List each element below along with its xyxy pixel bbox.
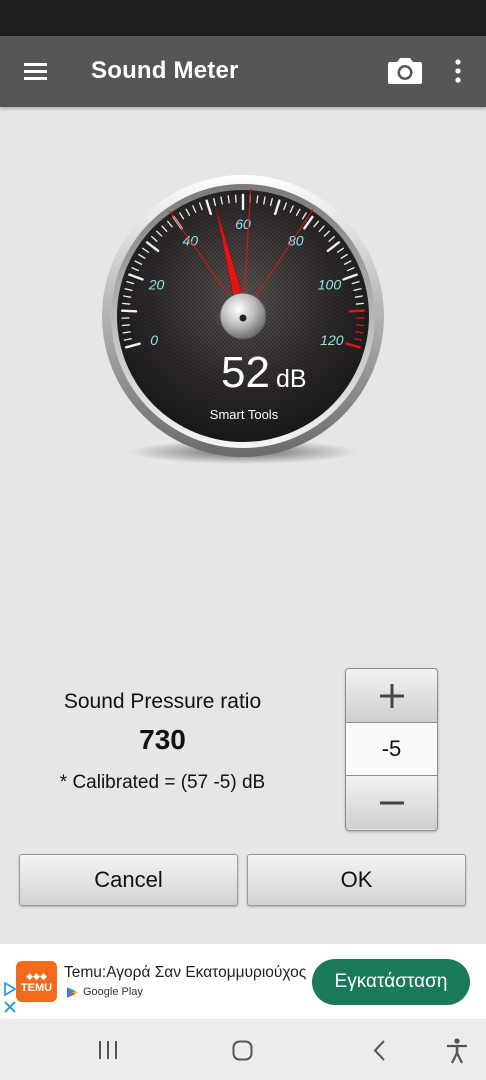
calibration-title: Sound Pressure ratio (63, 690, 262, 713)
ad-store: Google Play (66, 984, 143, 1000)
minus-icon (379, 801, 404, 804)
sound-pressure-ratio-value: 730 (139, 724, 186, 755)
gauge-minor-tick (121, 324, 131, 327)
adchoices-icon[interactable] (3, 982, 17, 996)
calibrated-note: * Calibrated = (57 -5) dB (59, 772, 266, 793)
gauge-scale-label: 100 (318, 277, 342, 293)
accessibility-icon[interactable] (444, 1037, 470, 1065)
app-title: Sound Meter (91, 57, 239, 84)
ok-button[interactable]: OK (247, 854, 466, 906)
calibration-offset-value: -5 (346, 723, 437, 775)
increment-button[interactable] (346, 669, 437, 723)
calibration-panel: Sound Pressure ratio 730 * Calibrated = … (0, 690, 325, 794)
system-nav-bar (0, 1020, 486, 1080)
app-bar: Sound Meter (0, 36, 486, 107)
gauge-scale-label: 120 (320, 332, 344, 348)
cancel-button[interactable]: Cancel (19, 854, 238, 906)
recents-icon[interactable] (94, 1038, 122, 1062)
more-vert-icon[interactable] (444, 54, 472, 90)
gauge-minor-tick (355, 324, 365, 327)
gauge-reading-unit: dB (276, 365, 307, 393)
google-play-icon (67, 986, 78, 998)
back-icon[interactable] (368, 1038, 392, 1064)
gauge-major-tick (120, 309, 138, 313)
plus-icon (379, 683, 404, 708)
gauge-brand-label: Smart Tools (210, 407, 279, 422)
gauge-hub-center (239, 314, 247, 322)
close-ad-icon[interactable] (3, 1000, 17, 1014)
gauge-scale-label: 0 (150, 332, 158, 348)
gauge-minor-tick (256, 195, 259, 204)
gauge-minor-tick (355, 302, 364, 305)
install-button[interactable]: Εγκατάσταση (312, 959, 470, 1005)
gauge-minor-tick (227, 195, 230, 204)
gauge-reading-value: 52 (221, 348, 270, 397)
gauge-minor-tick (122, 302, 131, 305)
calibration-stepper: -5 (345, 668, 438, 831)
ad-title: Temu:Αγορά Σαν Εκατομμυριούχος (64, 964, 307, 981)
sound-gauge: 020406080100120 52 dB Smart Tools (100, 175, 390, 475)
ad-banner[interactable]: ◆◆◆ TEMU Temu:Αγορά Σαν Εκατομμυριούχος … (0, 944, 486, 1019)
camera-icon[interactable] (384, 54, 426, 90)
decrement-button[interactable] (346, 775, 437, 829)
gauge-major-tick (348, 309, 366, 313)
gauge-scale-label: 20 (148, 277, 165, 293)
home-icon[interactable] (230, 1038, 256, 1064)
temu-logo: ◆◆◆ TEMU (16, 961, 57, 1002)
menu-icon[interactable] (14, 52, 56, 92)
status-bar (0, 0, 486, 36)
